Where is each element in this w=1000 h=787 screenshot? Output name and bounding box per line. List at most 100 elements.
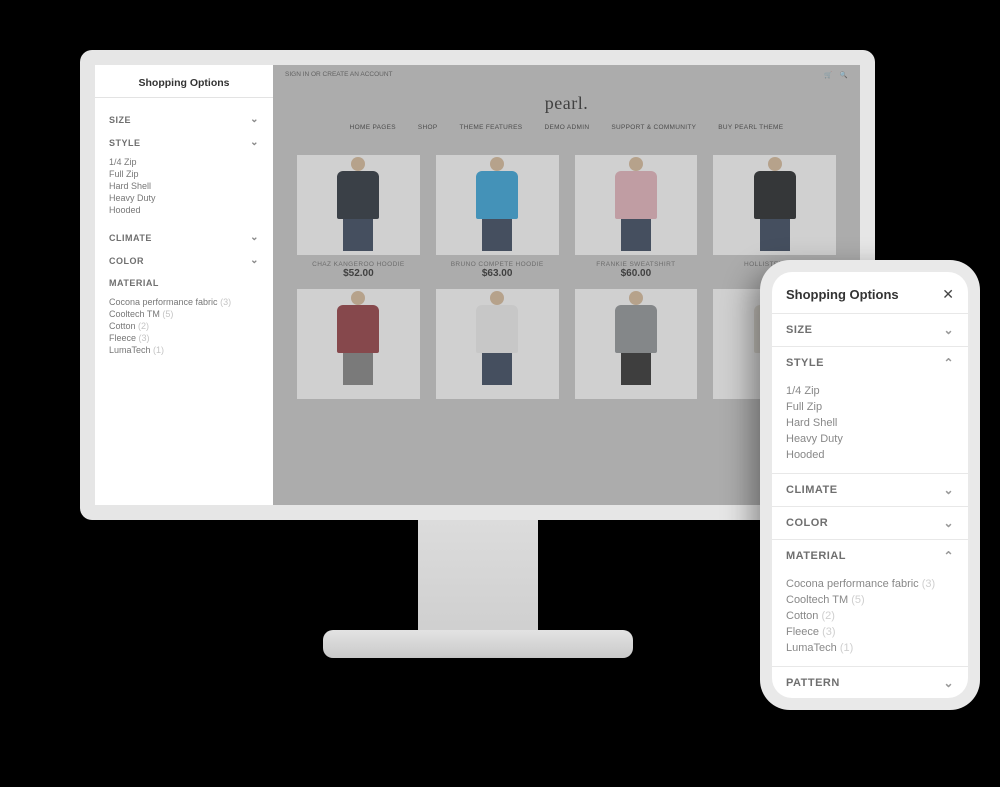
style-option[interactable]: Hard Shell bbox=[109, 180, 259, 192]
phone-filter-style[interactable]: STYLE ⌃ bbox=[772, 346, 968, 379]
filter-climate[interactable]: CLIMATE ⌄ bbox=[109, 226, 259, 249]
phone-device: Shopping Options ✕ SIZE ⌄ STYLE ⌃ 1/4 Zi… bbox=[760, 260, 980, 710]
option-name: Fleece bbox=[786, 626, 819, 638]
brand-logo[interactable]: pearl. bbox=[273, 93, 860, 114]
style-option[interactable]: Hooded bbox=[109, 204, 259, 216]
product-card[interactable] bbox=[436, 289, 559, 399]
filter-label: SIZE bbox=[786, 324, 812, 336]
material-option[interactable]: Cooltech TM (5) bbox=[786, 592, 954, 608]
option-count: (2) bbox=[138, 321, 149, 331]
option-count: (5) bbox=[162, 309, 173, 319]
menu-item[interactable]: SUPPORT & COMMUNITY bbox=[611, 124, 696, 131]
product-image bbox=[575, 155, 698, 255]
option-name: Cooltech TM bbox=[786, 594, 848, 606]
product-card[interactable]: FRANKIE SWEATSHIRT $60.00 bbox=[575, 155, 698, 279]
option-count: (2) bbox=[821, 610, 834, 622]
filter-label: STYLE bbox=[109, 138, 141, 148]
style-options: 1/4 Zip Full Zip Hard Shell Heavy Duty H… bbox=[109, 156, 259, 216]
signin-link[interactable]: SIGN IN OR CREATE AN ACCOUNT bbox=[285, 71, 393, 79]
style-option[interactable]: Heavy Duty bbox=[109, 192, 259, 204]
product-price: $52.00 bbox=[297, 268, 420, 279]
phone-filter-color[interactable]: COLOR ⌄ bbox=[772, 506, 968, 539]
chevron-down-icon: ⌄ bbox=[250, 255, 259, 266]
phone-filter-pattern[interactable]: PATTERN ⌄ bbox=[772, 666, 968, 698]
option-count: (3) bbox=[139, 333, 150, 343]
filter-size[interactable]: SIZE ⌄ bbox=[109, 108, 259, 131]
chevron-down-icon: ⌄ bbox=[943, 676, 954, 690]
product-image bbox=[297, 289, 420, 399]
style-option[interactable]: Full Zip bbox=[786, 399, 954, 415]
style-option[interactable]: Full Zip bbox=[109, 168, 259, 180]
divider bbox=[95, 97, 273, 98]
topbar-icons: 🛒 🔍 bbox=[818, 71, 848, 79]
cart-icon[interactable]: 🛒 bbox=[824, 72, 832, 79]
menu-item[interactable]: BUY PEARL THEME bbox=[718, 124, 783, 131]
phone-filter-material[interactable]: MATERIAL ⌃ bbox=[772, 539, 968, 572]
style-option[interactable]: Heavy Duty bbox=[786, 431, 954, 447]
desktop-screen: Shopping Options SIZE ⌄ STYLE ⌄ 1/4 Zip … bbox=[95, 65, 860, 505]
menu-item[interactable]: DEMO ADMIN bbox=[544, 124, 589, 131]
filter-material[interactable]: MATERIAL ⌄ bbox=[109, 272, 259, 294]
material-option[interactable]: Cotton (2) bbox=[109, 320, 259, 332]
option-count: (3) bbox=[922, 578, 935, 590]
phone-screen: Shopping Options ✕ SIZE ⌄ STYLE ⌃ 1/4 Zi… bbox=[772, 272, 968, 698]
chevron-down-icon: ⌄ bbox=[250, 114, 259, 125]
phone-material-options: Cocona performance fabric (3) Cooltech T… bbox=[772, 572, 968, 666]
material-option[interactable]: Fleece (3) bbox=[109, 332, 259, 344]
style-option[interactable]: 1/4 Zip bbox=[109, 156, 259, 168]
chevron-up-icon: ⌃ bbox=[943, 356, 954, 370]
option-count: (3) bbox=[220, 297, 231, 307]
material-option[interactable]: Cocona performance fabric (3) bbox=[109, 296, 259, 308]
filter-label: STYLE bbox=[786, 357, 824, 369]
product-card[interactable] bbox=[575, 289, 698, 399]
style-option[interactable]: Hooded bbox=[786, 447, 954, 463]
option-count: (5) bbox=[851, 594, 864, 606]
option-count: (1) bbox=[153, 345, 164, 355]
product-image bbox=[436, 155, 559, 255]
filter-label: SIZE bbox=[109, 115, 131, 125]
filter-label: CLIMATE bbox=[109, 233, 152, 243]
material-option[interactable]: LumaTech (1) bbox=[109, 344, 259, 356]
filter-label: MATERIAL bbox=[109, 278, 159, 288]
chevron-down-icon: ⌄ bbox=[943, 323, 954, 337]
monitor-stand bbox=[418, 520, 538, 635]
product-name: CHAZ KANGEROO HOODIE bbox=[297, 261, 420, 268]
material-option[interactable]: LumaTech (1) bbox=[786, 640, 954, 656]
material-option[interactable]: Cocona performance fabric (3) bbox=[786, 576, 954, 592]
chevron-down-icon: ⌄ bbox=[250, 137, 259, 148]
phone-header: Shopping Options ✕ bbox=[772, 272, 968, 313]
filter-color[interactable]: COLOR ⌄ bbox=[109, 249, 259, 272]
phone-filter-climate[interactable]: CLIMATE ⌄ bbox=[772, 473, 968, 506]
sidebar-title: Shopping Options bbox=[109, 77, 259, 89]
menu-item[interactable]: SHOP bbox=[418, 124, 438, 131]
phone-title: Shopping Options bbox=[786, 287, 899, 302]
product-card[interactable]: CHAZ KANGEROO HOODIE $52.00 bbox=[297, 155, 420, 279]
phone-filter-size[interactable]: SIZE ⌄ bbox=[772, 313, 968, 346]
top-bar: SIGN IN OR CREATE AN ACCOUNT 🛒 🔍 bbox=[273, 65, 860, 85]
option-count: (1) bbox=[840, 642, 853, 654]
phone-style-options: 1/4 Zip Full Zip Hard Shell Heavy Duty H… bbox=[772, 379, 968, 473]
material-option[interactable]: Fleece (3) bbox=[786, 624, 954, 640]
main-menu: HOME PAGES SHOP THEME FEATURES DEMO ADMI… bbox=[273, 124, 860, 131]
option-name: Cotton bbox=[109, 321, 136, 331]
option-count: (3) bbox=[822, 626, 835, 638]
option-name: Cotton bbox=[786, 610, 818, 622]
search-icon[interactable]: 🔍 bbox=[840, 72, 848, 79]
filters-sidebar: Shopping Options SIZE ⌄ STYLE ⌄ 1/4 Zip … bbox=[95, 65, 273, 505]
monitor-base bbox=[323, 630, 633, 658]
product-grid: CHAZ KANGEROO HOODIE $52.00 BRUNO COMPET… bbox=[273, 131, 860, 279]
chevron-up-icon: ⌃ bbox=[943, 549, 954, 563]
close-icon[interactable]: ✕ bbox=[942, 286, 954, 303]
style-option[interactable]: Hard Shell bbox=[786, 415, 954, 431]
style-option[interactable]: 1/4 Zip bbox=[786, 383, 954, 399]
menu-item[interactable]: THEME FEATURES bbox=[460, 124, 523, 131]
filter-label: COLOR bbox=[786, 517, 828, 529]
material-option[interactable]: Cotton (2) bbox=[786, 608, 954, 624]
product-price: $63.00 bbox=[436, 268, 559, 279]
product-card[interactable]: BRUNO COMPETE HOODIE $63.00 bbox=[436, 155, 559, 279]
menu-item[interactable]: HOME PAGES bbox=[350, 124, 396, 131]
material-option[interactable]: Cooltech TM (5) bbox=[109, 308, 259, 320]
product-card[interactable] bbox=[297, 289, 420, 399]
option-name: Cocona performance fabric bbox=[786, 578, 919, 590]
filter-style[interactable]: STYLE ⌄ bbox=[109, 131, 259, 154]
